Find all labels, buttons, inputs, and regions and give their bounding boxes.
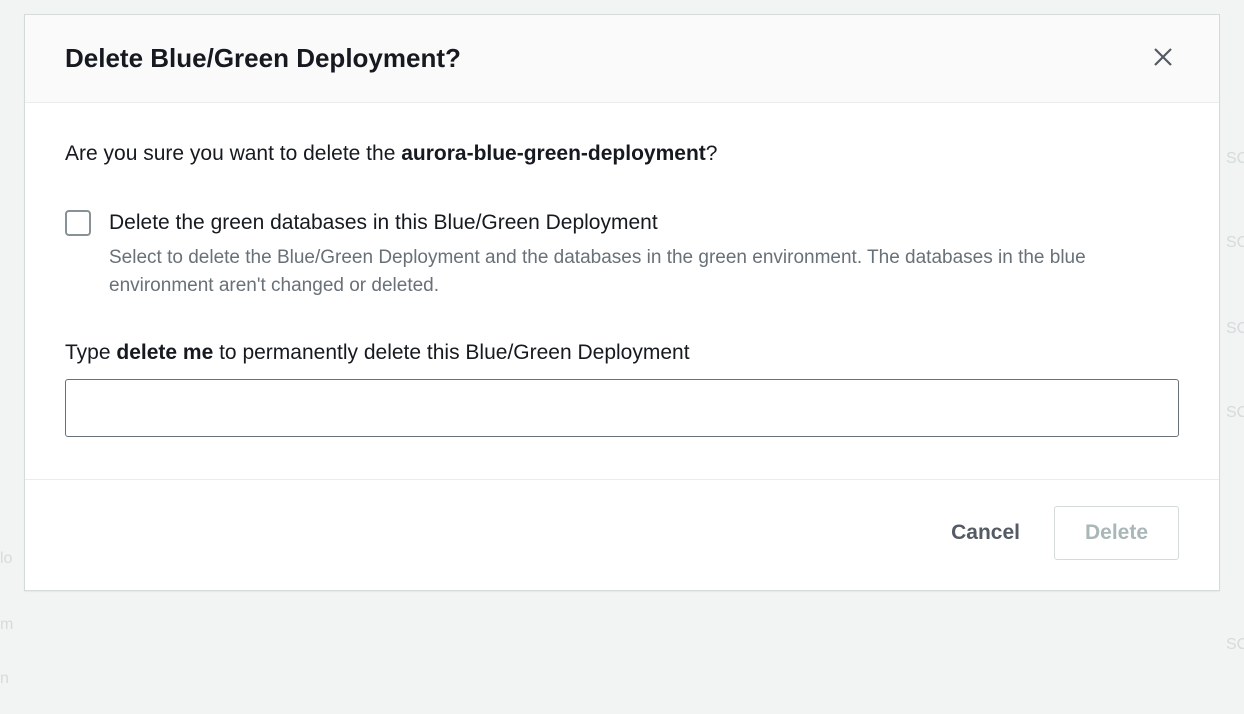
confirm-text: Are you sure you want to delete the auro… <box>65 139 1179 168</box>
delete-green-option: Delete the green databases in this Blue/… <box>65 208 1179 300</box>
checkbox-label: Delete the green databases in this Blue/… <box>109 208 1179 237</box>
delete-button[interactable]: Delete <box>1054 506 1179 560</box>
confirm-suffix: ? <box>706 142 718 165</box>
deployment-name: aurora-blue-green-deployment <box>401 142 706 165</box>
modal-footer: Cancel Delete <box>25 480 1219 590</box>
confirm-input[interactable] <box>65 379 1179 437</box>
delete-deployment-modal: Delete Blue/Green Deployment? Are you su… <box>24 14 1220 591</box>
modal-title: Delete Blue/Green Deployment? <box>65 43 461 74</box>
input-label-prefix: Type <box>65 341 116 364</box>
confirm-input-group: Type delete me to permanently delete thi… <box>65 341 1179 437</box>
close-icon <box>1151 45 1175 72</box>
close-button[interactable] <box>1147 41 1179 76</box>
checkbox-content: Delete the green databases in this Blue/… <box>109 208 1179 300</box>
input-label-suffix: to permanently delete this Blue/Green De… <box>213 341 689 364</box>
confirm-prefix: Are you sure you want to delete the <box>65 142 401 165</box>
delete-green-checkbox[interactable] <box>65 210 91 236</box>
checkbox-description: Select to delete the Blue/Green Deployme… <box>109 244 1179 301</box>
confirm-input-label: Type delete me to permanently delete thi… <box>65 341 1179 365</box>
modal-body: Are you sure you want to delete the auro… <box>25 103 1219 480</box>
cancel-button[interactable]: Cancel <box>945 511 1026 555</box>
modal-header: Delete Blue/Green Deployment? <box>25 15 1219 103</box>
input-label-bold: delete me <box>116 341 213 364</box>
